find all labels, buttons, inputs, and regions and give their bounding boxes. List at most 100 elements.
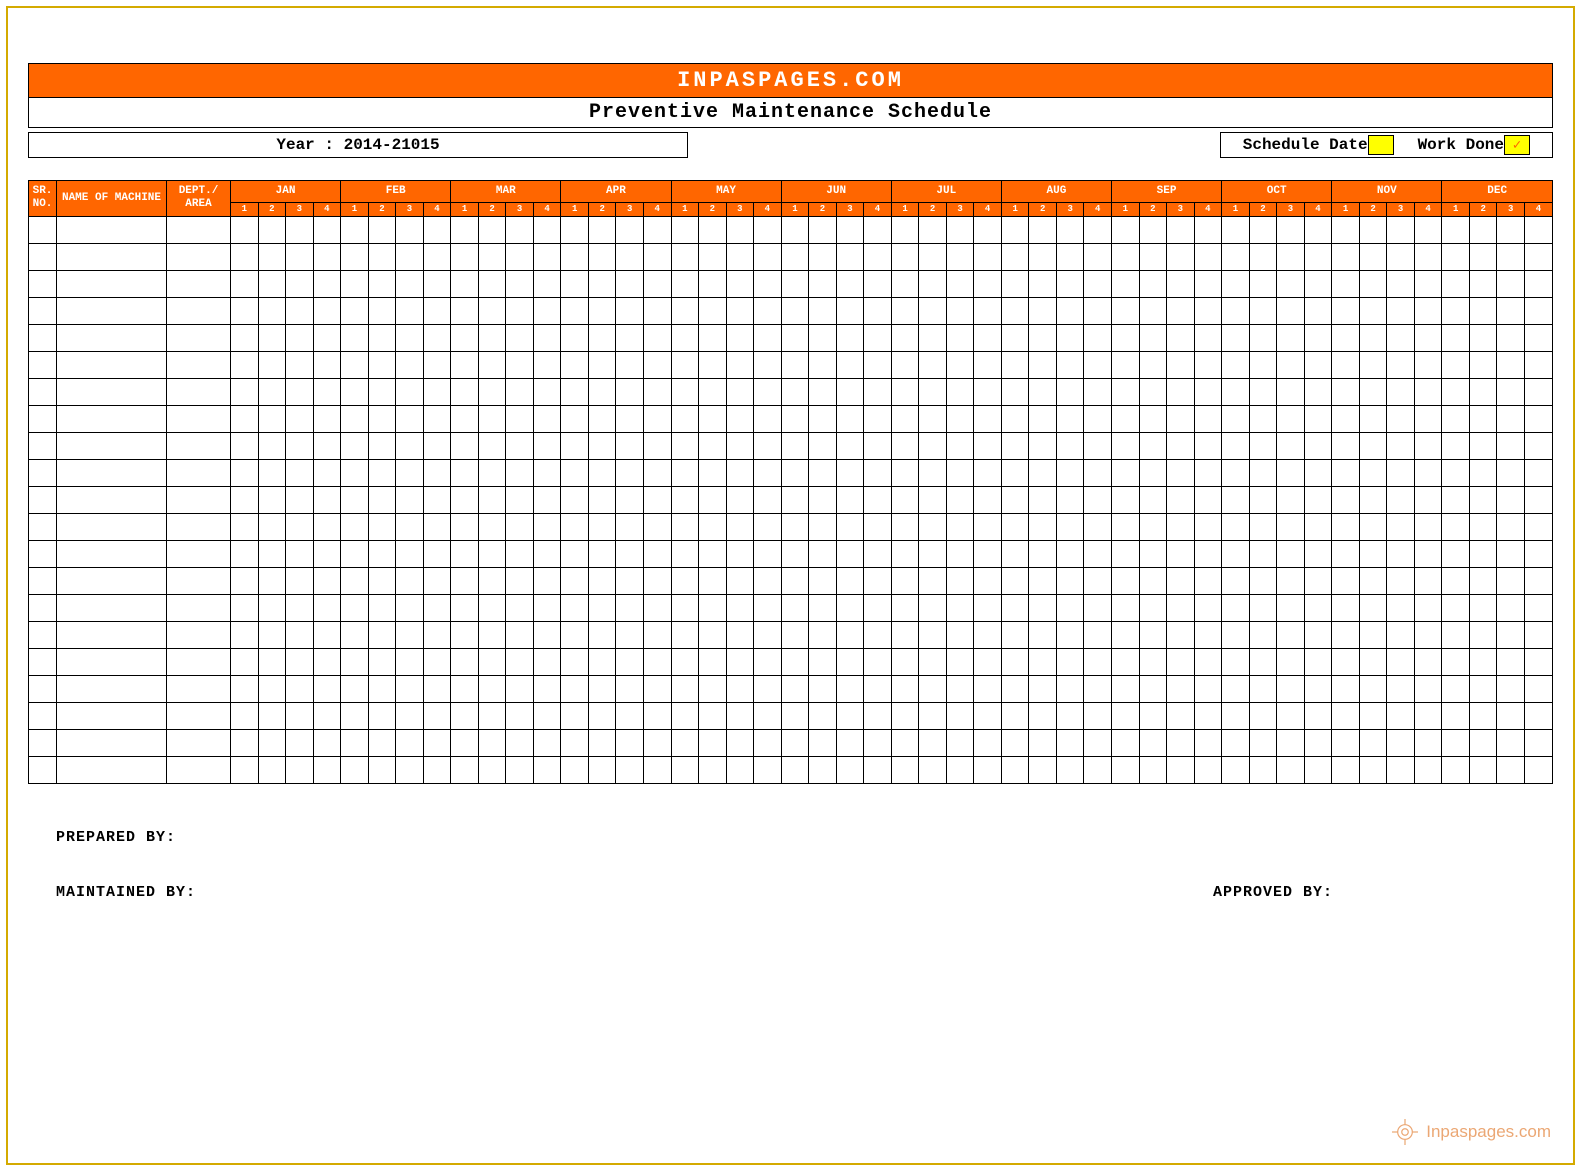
cell[interactable] xyxy=(1497,405,1525,432)
cell[interactable] xyxy=(1084,324,1112,351)
cell[interactable] xyxy=(1414,756,1442,783)
cell[interactable] xyxy=(1056,594,1084,621)
cell[interactable] xyxy=(1469,243,1497,270)
cell[interactable] xyxy=(231,297,259,324)
cell[interactable] xyxy=(1332,324,1360,351)
cell[interactable] xyxy=(891,243,919,270)
cell[interactable] xyxy=(1524,297,1552,324)
cell[interactable] xyxy=(616,216,644,243)
cell[interactable] xyxy=(1304,378,1332,405)
cell[interactable] xyxy=(836,567,864,594)
cell[interactable] xyxy=(1277,702,1305,729)
cell[interactable] xyxy=(506,702,534,729)
cell[interactable] xyxy=(1194,513,1222,540)
cell[interactable] xyxy=(671,432,699,459)
cell[interactable] xyxy=(1497,324,1525,351)
cell[interactable] xyxy=(1359,486,1387,513)
cell[interactable] xyxy=(478,216,506,243)
cell[interactable] xyxy=(1469,405,1497,432)
cell[interactable] xyxy=(1084,432,1112,459)
cell[interactable] xyxy=(506,486,534,513)
cell[interactable] xyxy=(946,486,974,513)
cell[interactable] xyxy=(919,621,947,648)
cell[interactable] xyxy=(533,540,561,567)
cell[interactable] xyxy=(726,243,754,270)
cell[interactable] xyxy=(1194,675,1222,702)
cell[interactable] xyxy=(836,648,864,675)
cell[interactable] xyxy=(864,297,892,324)
cell[interactable] xyxy=(368,540,396,567)
cell[interactable] xyxy=(1469,513,1497,540)
cell[interactable] xyxy=(1222,324,1250,351)
cell[interactable] xyxy=(57,540,167,567)
cell[interactable] xyxy=(754,567,782,594)
cell[interactable] xyxy=(1167,702,1195,729)
cell[interactable] xyxy=(1332,432,1360,459)
cell[interactable] xyxy=(919,216,947,243)
cell[interactable] xyxy=(809,405,837,432)
cell[interactable] xyxy=(1387,459,1415,486)
cell[interactable] xyxy=(1497,648,1525,675)
cell[interactable] xyxy=(1442,648,1470,675)
cell[interactable] xyxy=(1139,729,1167,756)
cell[interactable] xyxy=(1249,324,1277,351)
cell[interactable] xyxy=(836,675,864,702)
cell[interactable] xyxy=(809,648,837,675)
cell[interactable] xyxy=(1056,243,1084,270)
cell[interactable] xyxy=(809,702,837,729)
cell[interactable] xyxy=(341,216,369,243)
cell[interactable] xyxy=(396,378,424,405)
cell[interactable] xyxy=(1249,648,1277,675)
cell[interactable] xyxy=(1222,729,1250,756)
cell[interactable] xyxy=(1442,351,1470,378)
cell[interactable] xyxy=(671,324,699,351)
cell[interactable] xyxy=(864,378,892,405)
cell[interactable] xyxy=(1139,405,1167,432)
cell[interactable] xyxy=(616,459,644,486)
cell[interactable] xyxy=(167,432,231,459)
cell[interactable] xyxy=(1112,378,1140,405)
cell[interactable] xyxy=(891,324,919,351)
cell[interactable] xyxy=(1222,297,1250,324)
cell[interactable] xyxy=(57,405,167,432)
cell[interactable] xyxy=(29,243,57,270)
cell[interactable] xyxy=(1332,540,1360,567)
cell[interactable] xyxy=(1497,216,1525,243)
cell[interactable] xyxy=(29,324,57,351)
cell[interactable] xyxy=(506,243,534,270)
cell[interactable] xyxy=(1222,270,1250,297)
cell[interactable] xyxy=(726,297,754,324)
cell[interactable] xyxy=(258,756,286,783)
cell[interactable] xyxy=(1277,432,1305,459)
cell[interactable] xyxy=(506,324,534,351)
cell[interactable] xyxy=(1414,567,1442,594)
cell[interactable] xyxy=(946,702,974,729)
cell[interactable] xyxy=(506,297,534,324)
cell[interactable] xyxy=(313,459,341,486)
cell[interactable] xyxy=(1524,756,1552,783)
cell[interactable] xyxy=(29,513,57,540)
cell[interactable] xyxy=(1084,621,1112,648)
cell[interactable] xyxy=(1414,405,1442,432)
cell[interactable] xyxy=(368,459,396,486)
cell[interactable] xyxy=(1222,567,1250,594)
cell[interactable] xyxy=(1442,216,1470,243)
cell[interactable] xyxy=(167,405,231,432)
cell[interactable] xyxy=(561,486,589,513)
cell[interactable] xyxy=(588,594,616,621)
cell[interactable] xyxy=(946,432,974,459)
cell[interactable] xyxy=(1524,432,1552,459)
cell[interactable] xyxy=(809,324,837,351)
cell[interactable] xyxy=(1056,486,1084,513)
cell[interactable] xyxy=(1414,702,1442,729)
cell[interactable] xyxy=(1469,432,1497,459)
cell[interactable] xyxy=(1222,486,1250,513)
cell[interactable] xyxy=(919,459,947,486)
cell[interactable] xyxy=(1277,459,1305,486)
cell[interactable] xyxy=(341,243,369,270)
cell[interactable] xyxy=(29,540,57,567)
cell[interactable] xyxy=(396,270,424,297)
cell[interactable] xyxy=(1359,513,1387,540)
cell[interactable] xyxy=(891,378,919,405)
cell[interactable] xyxy=(341,567,369,594)
